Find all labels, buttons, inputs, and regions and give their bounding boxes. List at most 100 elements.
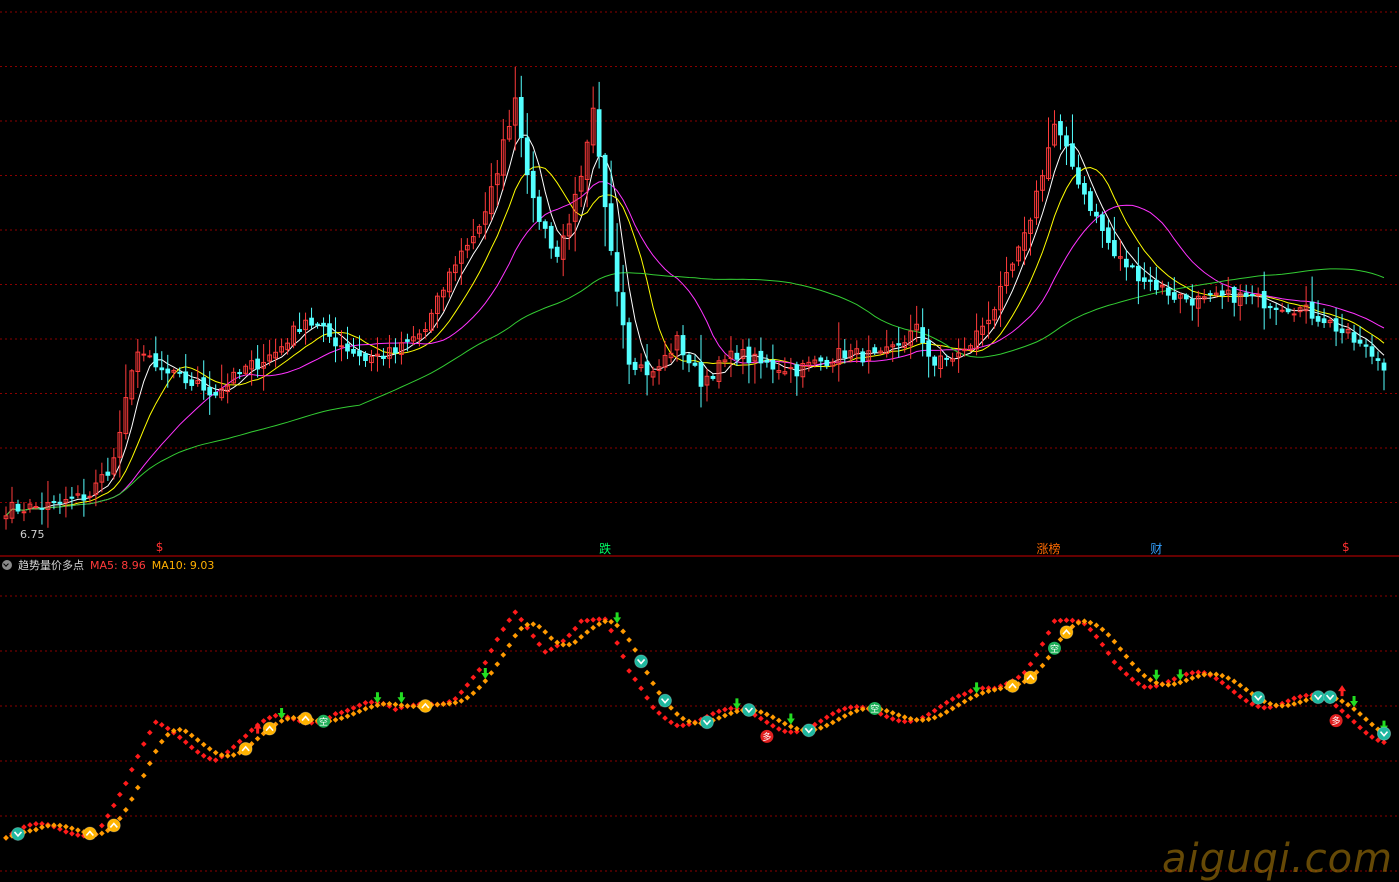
candle[interactable]	[914, 305, 920, 343]
candle[interactable]	[920, 308, 926, 357]
candle[interactable]	[243, 363, 249, 376]
candle[interactable]	[441, 287, 446, 312]
candle[interactable]	[315, 322, 320, 329]
candle[interactable]	[1141, 262, 1147, 290]
candle[interactable]	[590, 86, 596, 154]
candle[interactable]	[566, 213, 572, 250]
candle[interactable]	[1153, 266, 1159, 295]
candle[interactable]	[710, 374, 716, 381]
signal-arrow-down[interactable]	[732, 698, 741, 710]
candle[interactable]	[183, 354, 189, 390]
candle[interactable]	[974, 313, 979, 356]
candle[interactable]	[1321, 308, 1327, 328]
signal-arrow-down[interactable]	[1350, 696, 1359, 708]
candle[interactable]	[500, 118, 506, 191]
candle[interactable]	[752, 347, 758, 384]
candle[interactable]	[387, 334, 392, 369]
candle[interactable]	[770, 344, 776, 384]
candle[interactable]	[1010, 262, 1015, 278]
candle[interactable]	[446, 267, 452, 298]
signal-arrow-up[interactable]	[253, 722, 262, 734]
candle[interactable]	[303, 312, 308, 345]
signal-down-badge[interactable]	[801, 723, 816, 738]
candle[interactable]	[908, 314, 914, 359]
signal-duo[interactable]: 多	[1329, 714, 1343, 728]
candle[interactable]	[1070, 114, 1075, 170]
signal-down-badge[interactable]	[1251, 690, 1266, 705]
candle[interactable]	[357, 335, 362, 366]
candle[interactable]	[1082, 176, 1087, 205]
candle[interactable]	[548, 222, 554, 259]
event-marker[interactable]: $	[156, 540, 164, 554]
signal-arrow-down[interactable]	[1152, 669, 1161, 681]
candle[interactable]	[297, 312, 302, 334]
candle[interactable]	[189, 372, 195, 391]
candle[interactable]	[321, 317, 326, 343]
candle[interactable]	[1207, 290, 1213, 302]
candle[interactable]	[596, 81, 602, 169]
candle[interactable]	[584, 139, 590, 208]
candle[interactable]	[704, 368, 710, 402]
candle[interactable]	[1231, 285, 1237, 317]
candle[interactable]	[1100, 211, 1105, 248]
candle[interactable]	[333, 317, 338, 363]
candle[interactable]	[542, 219, 548, 239]
candle[interactable]	[177, 367, 183, 378]
candle[interactable]	[261, 344, 266, 391]
signal-up-badge[interactable]	[1059, 625, 1074, 640]
candle[interactable]	[1183, 293, 1189, 303]
candle[interactable]	[225, 373, 231, 404]
candle[interactable]	[878, 347, 884, 355]
signal-down-badge[interactable]	[699, 715, 714, 730]
candle[interactable]	[57, 493, 63, 514]
event-marker[interactable]: $	[1342, 540, 1350, 554]
candle[interactable]	[1255, 287, 1261, 308]
candle[interactable]	[1130, 263, 1135, 269]
candle[interactable]	[1177, 292, 1183, 314]
candle[interactable]	[464, 238, 470, 259]
candle[interactable]	[255, 345, 260, 378]
candle[interactable]	[1309, 276, 1315, 326]
candle[interactable]	[1375, 351, 1381, 371]
candle[interactable]	[1124, 250, 1129, 281]
candle[interactable]	[375, 337, 380, 372]
candle[interactable]	[141, 345, 147, 362]
signal-duo[interactable]: 多	[760, 729, 774, 743]
signal-arrow-down[interactable]	[972, 682, 981, 694]
signal-up-badge[interactable]	[1005, 678, 1020, 693]
candle[interactable]	[980, 317, 985, 346]
candle[interactable]	[650, 366, 656, 386]
candle[interactable]	[285, 338, 290, 355]
candle[interactable]	[1363, 338, 1369, 358]
candle[interactable]	[884, 329, 890, 358]
candle[interactable]	[524, 113, 530, 194]
candle[interactable]	[950, 352, 955, 367]
candle[interactable]	[21, 502, 27, 522]
candle[interactable]	[345, 326, 350, 360]
candle[interactable]	[39, 492, 45, 525]
candle[interactable]	[512, 66, 518, 151]
candle[interactable]	[1243, 284, 1249, 305]
candle[interactable]	[758, 337, 764, 379]
candle[interactable]	[686, 352, 692, 373]
candle[interactable]	[1058, 114, 1063, 150]
candle[interactable]	[273, 338, 278, 368]
candle[interactable]	[632, 357, 638, 376]
candle[interactable]	[698, 334, 704, 408]
candle[interactable]	[1285, 304, 1291, 315]
candle[interactable]	[680, 325, 686, 370]
candle[interactable]	[129, 369, 135, 406]
indicator-signals[interactable]: 空多空空多	[10, 612, 1391, 841]
candle[interactable]	[602, 152, 608, 247]
candle[interactable]	[518, 75, 524, 158]
candle[interactable]	[572, 176, 578, 252]
event-marker[interactable]: 财	[1150, 540, 1162, 557]
candle[interactable]	[411, 326, 416, 346]
signal-up-badge[interactable]	[1023, 670, 1038, 685]
signal-down-badge[interactable]	[10, 826, 25, 841]
candle[interactable]	[135, 338, 141, 389]
signal-up-badge[interactable]	[106, 818, 121, 833]
candle[interactable]	[27, 498, 33, 513]
signal-down-badge[interactable]	[741, 702, 756, 717]
candle[interactable]	[1004, 256, 1009, 294]
